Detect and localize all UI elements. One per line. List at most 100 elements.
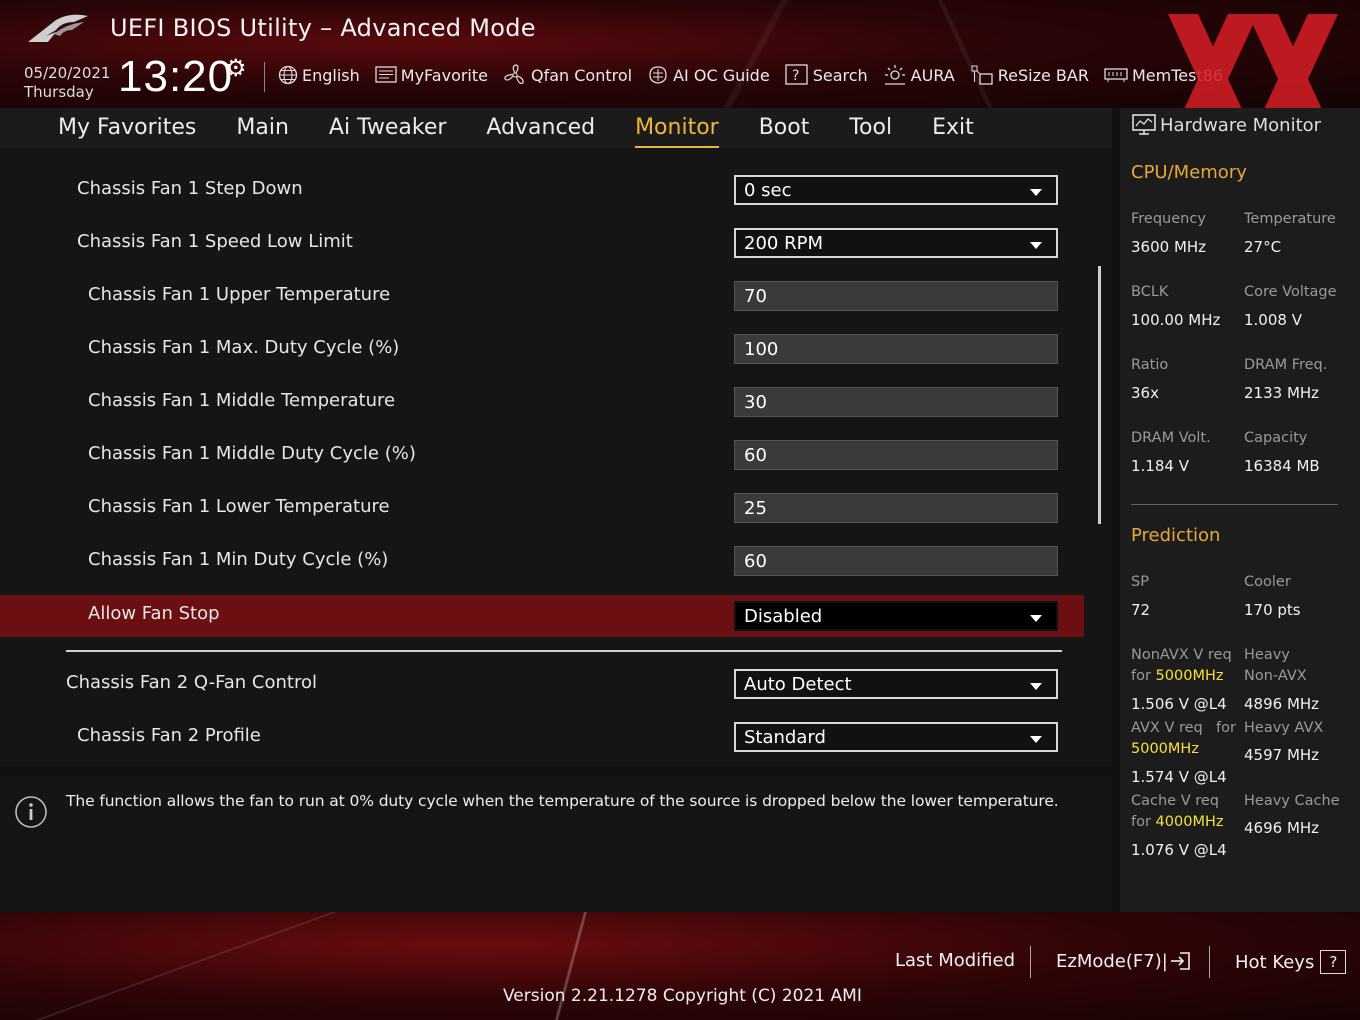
chevron-down-icon — [1030, 189, 1042, 196]
setting-number-field[interactable]: 60 — [734, 440, 1058, 470]
setting-label: Chassis Fan 1 Upper Temperature — [88, 284, 391, 305]
search-icon: ? — [785, 64, 808, 85]
nonavx-for-line: for 5000MHz — [1131, 668, 1223, 684]
resize-bar-icon — [971, 65, 993, 85]
version-text: Version 2.21.1278 Copyright (C) 2021 AMI — [503, 986, 862, 1006]
qfan-control-button[interactable]: Qfan Control — [503, 64, 632, 86]
aura-icon — [884, 65, 905, 85]
ratio-value: 36x — [1131, 384, 1159, 402]
dram-freq-value: 2133 MHz — [1244, 384, 1320, 402]
avx-voltage: 1.574 V @L4 — [1131, 768, 1227, 786]
setting-label: Chassis Fan 1 Step Down — [77, 178, 303, 199]
sp-label: SP — [1131, 574, 1149, 590]
avx-label: AVX V req — [1131, 720, 1203, 736]
setting-dropdown[interactable]: 0 sec — [734, 175, 1058, 205]
temperature-label: Temperature — [1244, 211, 1336, 227]
setting-row-fan1-middle-temp[interactable]: Chassis Fan 1 Middle Temperature 30 — [0, 380, 1084, 424]
dram-volt-label: DRAM Volt. — [1131, 430, 1211, 446]
help-key-icon: ? — [1320, 950, 1347, 974]
core-voltage-value: 1.008 V — [1244, 311, 1302, 329]
hw-divider — [1131, 504, 1338, 505]
exit-arrow-icon — [1170, 952, 1190, 970]
cooler-label: Cooler — [1244, 574, 1291, 590]
chevron-down-icon — [1030, 242, 1042, 249]
section-divider — [66, 650, 1062, 652]
tab-tool[interactable]: Tool — [849, 115, 892, 142]
tab-advanced[interactable]: Advanced — [486, 115, 595, 142]
search-button[interactable]: ? Search — [785, 64, 868, 86]
ai-oc-guide-button[interactable]: AI OC Guide — [647, 65, 770, 85]
clock[interactable]: 13:20 — [118, 52, 233, 102]
help-text: The function allows the fan to run at 0%… — [66, 792, 1059, 810]
gear-icon[interactable]: ⚙ — [225, 54, 247, 82]
setting-row-allow-fan-stop[interactable]: Allow Fan Stop Disabled — [0, 595, 1084, 637]
qfan-control-label: Qfan Control — [531, 65, 633, 85]
ezmode-label: EzMode(F7)| — [1056, 950, 1168, 972]
chevron-down-icon — [1030, 736, 1042, 743]
setting-label: Chassis Fan 1 Middle Duty Cycle (%) — [88, 443, 416, 464]
heavy-cache-value: 4696 MHz — [1244, 819, 1320, 837]
frequency-label: Frequency — [1131, 211, 1206, 227]
tab-boot[interactable]: Boot — [759, 115, 810, 142]
setting-row-fan1-max-duty[interactable]: Chassis Fan 1 Max. Duty Cycle (%) 100 — [0, 327, 1084, 371]
setting-label: Chassis Fan 1 Max. Duty Cycle (%) — [88, 337, 400, 358]
setting-dropdown[interactable]: Disabled — [734, 601, 1058, 631]
sp-value: 72 — [1131, 601, 1151, 619]
heavy-nonavx-value: 4896 MHz — [1244, 695, 1320, 713]
setting-row-fan1-middle-duty[interactable]: Chassis Fan 1 Middle Duty Cycle (%) 60 — [0, 433, 1084, 477]
app-title: UEFI BIOS Utility – Advanced Mode — [110, 14, 536, 42]
setting-row-fan1-lower-temp[interactable]: Chassis Fan 1 Lower Temperature 25 — [0, 486, 1084, 530]
ai-oc-guide-label: AI OC Guide — [673, 65, 770, 85]
nonavx-for-prefix: for — [1131, 668, 1156, 684]
setting-dropdown[interactable]: Auto Detect — [734, 669, 1058, 699]
resize-bar-label: ReSize BAR — [997, 65, 1089, 85]
day-text: Thursday — [24, 83, 94, 101]
hardware-monitor-title: Hardware Monitor — [1132, 114, 1321, 136]
tab-exit[interactable]: Exit — [932, 115, 974, 142]
setting-label: Chassis Fan 1 Lower Temperature — [88, 496, 390, 517]
header-bar: UEFI BIOS Utility – Advanced Mode 05/20/… — [0, 0, 1360, 144]
capacity-label: Capacity — [1244, 430, 1308, 446]
aura-button[interactable]: AURA — [883, 64, 955, 86]
settings-panel: Chassis Fan 1 Step Down 0 sec Chassis Fa… — [0, 148, 1112, 766]
resize-bar-button[interactable]: ReSize BAR — [970, 64, 1089, 86]
hot-keys-button[interactable]: Hot Keys ? — [1235, 950, 1347, 974]
tab-main[interactable]: Main — [236, 115, 289, 142]
ezmode-button[interactable]: EzMode(F7)| — [1056, 950, 1192, 972]
setting-row-fan1-upper-temp[interactable]: Chassis Fan 1 Upper Temperature 70 — [0, 274, 1084, 318]
setting-row-fan1-step-down[interactable]: Chassis Fan 1 Step Down 0 sec — [0, 168, 1084, 212]
setting-number-field[interactable]: 100 — [734, 334, 1058, 364]
globe-icon — [278, 65, 298, 85]
nonavx-label: NonAVX V req — [1131, 647, 1232, 663]
last-modified-button[interactable]: Last Modified — [895, 950, 1015, 971]
footer-divider — [1209, 946, 1210, 978]
language-button[interactable]: English — [278, 65, 360, 85]
setting-row-fan1-speed-low-limit[interactable]: Chassis Fan 1 Speed Low Limit 200 RPM — [0, 221, 1084, 265]
footer-bar: Last Modified EzMode(F7)| Hot Keys ? Ver… — [0, 912, 1360, 1020]
myfavorite-label: MyFavorite — [400, 65, 488, 85]
setting-number-field[interactable]: 60 — [734, 546, 1058, 576]
tab-my-favorites[interactable]: My Favorites — [58, 115, 196, 142]
info-icon — [15, 796, 47, 828]
myfavorite-button[interactable]: MyFavorite — [375, 66, 488, 85]
toolbar: English MyFavorite Qfan Control AI OC Gu… — [278, 62, 1238, 88]
setting-row-fan2-profile[interactable]: Chassis Fan 2 Profile Standard — [0, 715, 1084, 759]
setting-dropdown[interactable]: 200 RPM — [734, 228, 1058, 258]
tab-monitor[interactable]: Monitor — [635, 115, 719, 148]
memtest-icon — [1104, 68, 1128, 82]
chevron-down-icon — [1030, 683, 1042, 690]
capacity-value: 16384 MB — [1244, 457, 1320, 475]
date-text: 05/20/2021 — [24, 64, 111, 82]
setting-number-field[interactable]: 25 — [734, 493, 1058, 523]
tab-ai-tweaker[interactable]: Ai Tweaker — [329, 115, 447, 142]
setting-number-field[interactable]: 30 — [734, 387, 1058, 417]
heavy-avx-label: Heavy AVX — [1244, 720, 1324, 736]
scrollbar[interactable] — [1098, 266, 1101, 524]
avx-freq: 5000MHz — [1131, 741, 1199, 757]
cache-for-prefix: for — [1131, 814, 1156, 830]
setting-row-fan1-min-duty[interactable]: Chassis Fan 1 Min Duty Cycle (%) 60 — [0, 539, 1084, 583]
setting-dropdown[interactable]: Standard — [734, 722, 1058, 752]
favorite-icon — [375, 66, 397, 83]
setting-row-fan2-qfan-control[interactable]: Chassis Fan 2 Q-Fan Control Auto Detect — [0, 662, 1084, 706]
setting-number-field[interactable]: 70 — [734, 281, 1058, 311]
